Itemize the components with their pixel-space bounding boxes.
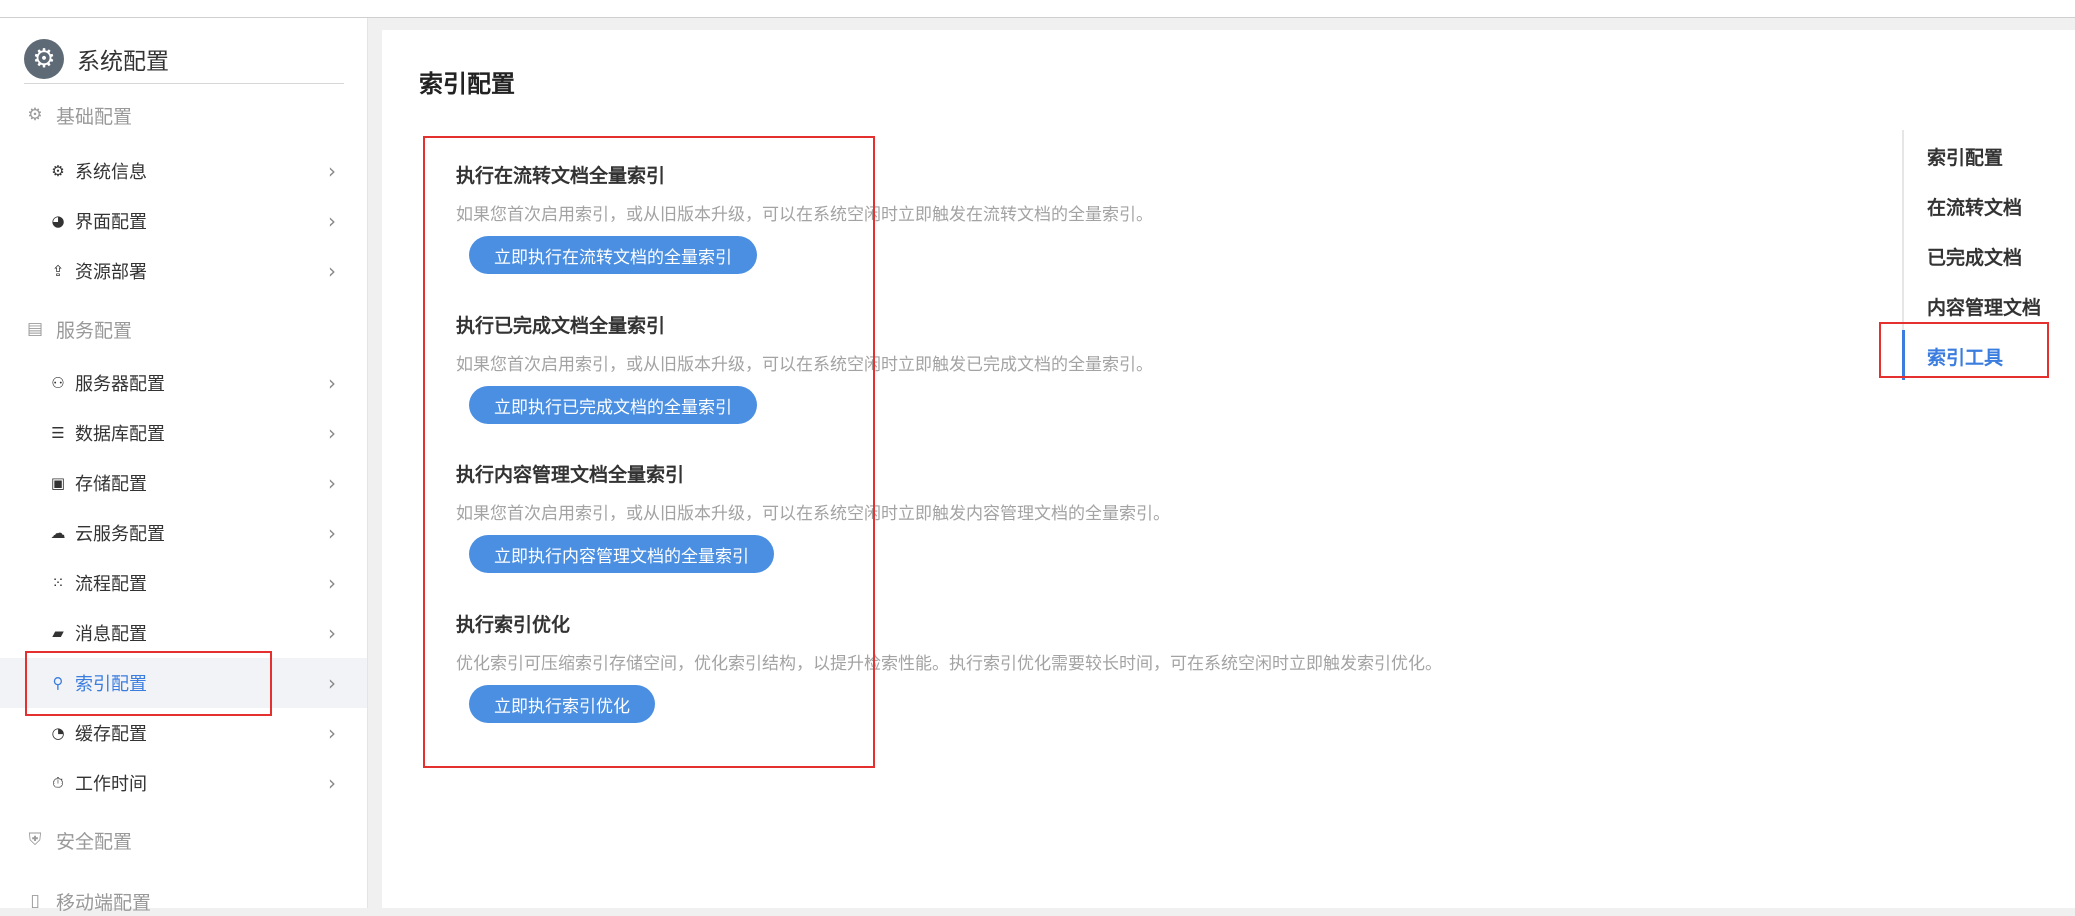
database-icon: ☰ [51, 424, 65, 442]
gear-icon: ⚙ [51, 162, 65, 180]
flow-icon: ⁙ [51, 574, 65, 592]
group-label: 移动端配置 [56, 891, 152, 914]
sidebar-title: 系统配置 [77, 48, 169, 75]
group-security[interactable]: ⛨ 安全配置 [26, 825, 132, 855]
server-icon: ⚇ [51, 374, 65, 392]
sidebar-item-label: 数据库配置 [75, 424, 165, 445]
sidebar-item-label: 系统信息 [75, 162, 147, 183]
sidebar-item-database-config[interactable]: ☰ 数据库配置 › [0, 408, 367, 458]
sidebar-item-label: 界面配置 [75, 212, 147, 233]
group-label: 服务配置 [56, 319, 133, 342]
chevron-right-icon: › [328, 421, 336, 445]
chevron-right-icon: › [328, 371, 336, 395]
services-icon: ▤ [26, 319, 44, 339]
chevron-right-icon: › [328, 771, 336, 795]
sidebar-header: ⚙ 系统配置 [24, 34, 344, 84]
sidebar-item-flow-config[interactable]: ⁙ 流程配置 › [0, 558, 367, 608]
highlight-box-sidebar [25, 651, 272, 716]
chevron-right-icon: › [328, 209, 336, 233]
shield-icon: ⛨ [28, 830, 42, 850]
chevron-right-icon: › [328, 259, 336, 283]
pie-icon: ◔ [51, 724, 65, 742]
palette-icon: ◕ [51, 212, 65, 230]
page-title: 索引配置 [419, 70, 515, 98]
chevron-right-icon: › [328, 621, 336, 645]
sidebar-item-system-info[interactable]: ⚙ 系统信息 › [0, 146, 367, 196]
sidebar-item-work-time[interactable]: ⏱ 工作时间 › [0, 758, 367, 808]
stopwatch-icon: ⏱ [52, 774, 64, 792]
sidebar-item-server-config[interactable]: ⚇ 服务器配置 › [0, 358, 367, 408]
sidebar-item-label: 缓存配置 [75, 724, 147, 745]
highlight-box-anchor [1879, 322, 2049, 378]
sidebar-item-label: 云服务配置 [75, 524, 165, 545]
mobile-icon: ▯ [30, 891, 40, 911]
sidebar: ⚙ 系统配置 ⚙ 基础配置 ⚙ 系统信息 › ◕ 界面配置 › ⇪ 资源部署 ›… [0, 18, 368, 914]
chevron-right-icon: › [328, 721, 336, 745]
anchor-link-index-config[interactable]: 索引配置 [1927, 143, 2003, 170]
sidebar-item-ui-config[interactable]: ◕ 界面配置 › [0, 196, 367, 246]
sidebar-item-label: 资源部署 [75, 262, 147, 283]
gear-icon: ⚙ [24, 38, 64, 79]
group-services[interactable]: ▤ 服务配置 [26, 314, 132, 344]
chevron-right-icon: › [328, 159, 336, 183]
gear-icon: ⚙ [27, 105, 43, 125]
top-bar [0, 0, 2075, 18]
sidebar-item-label: 存储配置 [75, 474, 147, 495]
anchor-link-content-management[interactable]: 内容管理文档 [1927, 293, 2041, 320]
sidebar-item-label: 消息配置 [75, 624, 147, 645]
chevron-right-icon: › [328, 471, 336, 495]
sidebar-item-label: 流程配置 [75, 574, 147, 595]
sidebar-item-label: 服务器配置 [75, 374, 165, 395]
message-icon: ▰ [52, 624, 64, 642]
group-label: 基础配置 [56, 105, 133, 128]
anchor-link-in-flow[interactable]: 在流转文档 [1927, 193, 2022, 220]
group-mobile[interactable]: ▯ 移动端配置 [26, 886, 151, 916]
group-label: 安全配置 [56, 830, 133, 853]
chevron-right-icon: › [328, 521, 336, 545]
group-basic[interactable]: ⚙ 基础配置 [26, 100, 132, 130]
chevron-right-icon: › [328, 571, 336, 595]
cloud-icon: ☁ [50, 524, 66, 542]
chevron-right-icon: › [328, 671, 336, 695]
sidebar-item-storage-config[interactable]: ▣ 存储配置 › [0, 458, 367, 508]
sidebar-item-resource-deploy[interactable]: ⇪ 资源部署 › [0, 246, 367, 296]
archive-icon: ▣ [50, 474, 66, 492]
upload-icon: ⇪ [51, 262, 65, 280]
sidebar-item-cloud-config[interactable]: ☁ 云服务配置 › [0, 508, 367, 558]
anchor-link-completed[interactable]: 已完成文档 [1927, 243, 2022, 270]
highlight-box-sections [423, 136, 875, 768]
sidebar-item-label: 工作时间 [75, 774, 147, 795]
